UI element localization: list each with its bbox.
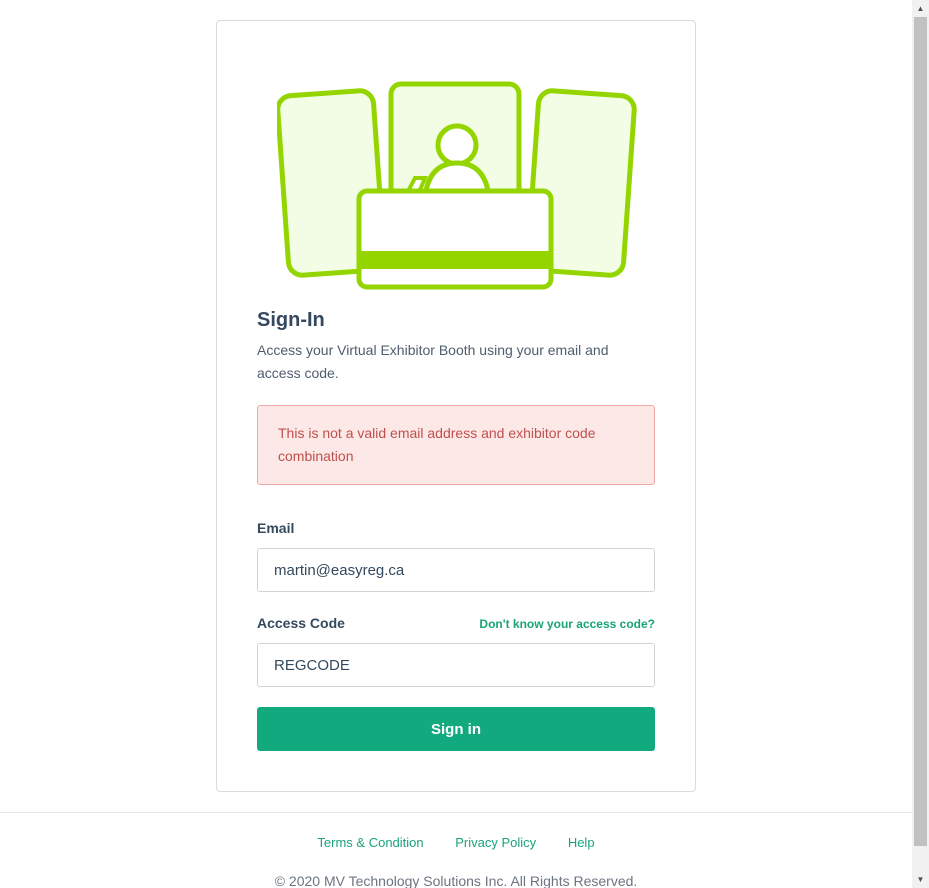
scroll-down-arrow-icon[interactable]: ▼ [912,871,929,888]
signin-description: Access your Virtual Exhibitor Booth usin… [257,342,609,381]
page: Sign-In Access your Virtual Exhibitor Bo… [0,0,912,888]
vertical-scrollbar[interactable]: ▲ ▼ [912,0,929,888]
error-alert: This is not a valid email address and ex… [257,405,655,485]
page-title: Sign-In [257,309,325,331]
footer-links: Terms & Condition Privacy Policy Help [0,835,912,850]
forgot-access-code-link[interactable]: Don't know your access code? [479,617,655,631]
terms-link[interactable]: Terms & Condition [317,835,423,850]
sign-in-button[interactable]: Sign in [257,707,655,751]
scrollbar-thumb[interactable] [914,17,927,846]
privacy-policy-link[interactable]: Privacy Policy [455,835,536,850]
email-field[interactable] [257,548,655,592]
help-link[interactable]: Help [568,835,595,850]
email-label: Email [257,520,295,536]
access-code-label: Access Code [257,615,345,631]
footer-divider [0,812,912,813]
exhibitor-booth-icon [277,81,637,290]
copyright-text: © 2020 MV Technology Solutions Inc. All … [274,873,638,888]
scroll-up-arrow-icon[interactable]: ▲ [912,0,929,17]
access-code-field[interactable] [257,643,655,687]
signin-card: Sign-In Access your Virtual Exhibitor Bo… [216,20,696,792]
